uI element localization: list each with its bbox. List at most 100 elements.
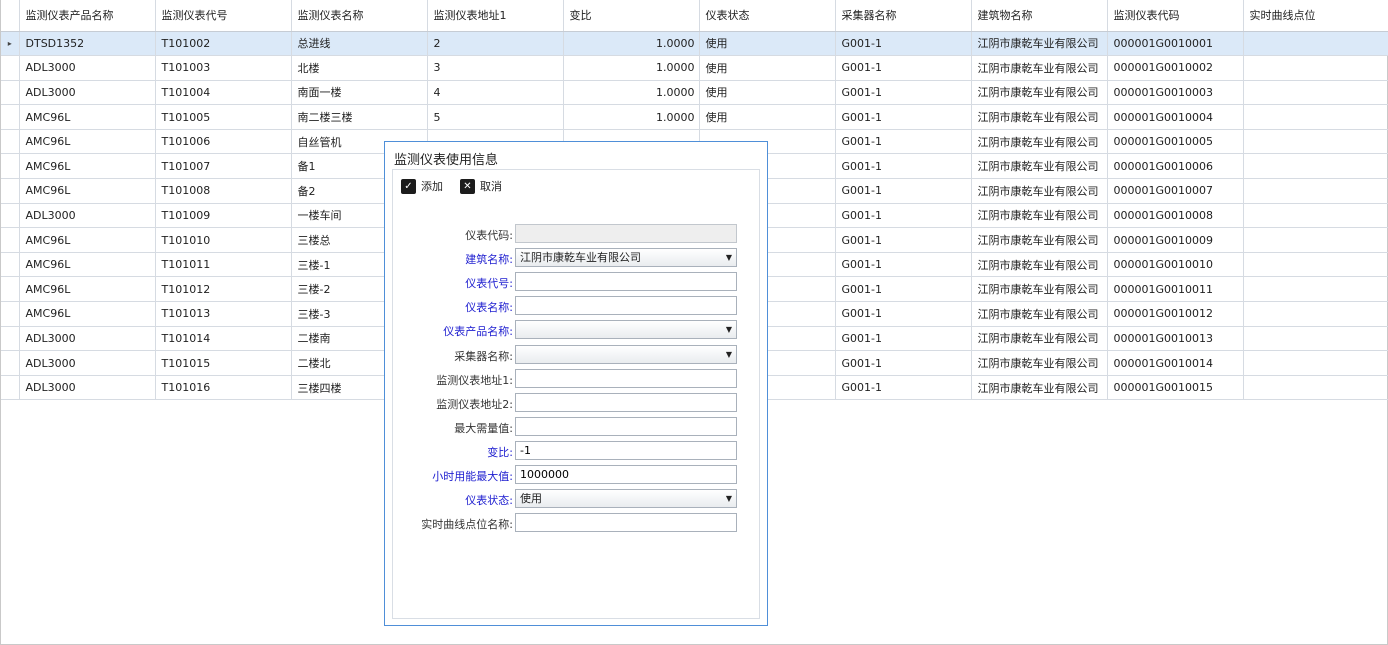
column-header[interactable]: 监测仪表名称 [291, 0, 428, 32]
table-cell[interactable]: ADL3000 [19, 203, 156, 229]
table-cell[interactable]: G001-1 [835, 301, 972, 327]
table-cell[interactable]: T101012 [155, 276, 292, 303]
table-cell[interactable]: G001-1 [835, 276, 972, 303]
table-cell[interactable]: AMC96L [19, 227, 156, 253]
table-cell[interactable]: T101010 [155, 227, 292, 253]
table-cell[interactable]: 000001G0010013 [1107, 326, 1244, 352]
table-cell[interactable]: T101016 [155, 375, 292, 401]
table-cell[interactable]: AMC96L [19, 129, 156, 155]
table-cell[interactable]: 1.0000 [563, 104, 700, 130]
table-cell[interactable]: AMC96L [19, 301, 156, 327]
table-cell[interactable]: 2 [427, 31, 564, 57]
table-cell[interactable]: ADL3000 [19, 80, 156, 106]
field-select[interactable]: ▼ [515, 344, 737, 364]
table-cell[interactable] [1243, 178, 1388, 204]
field-select[interactable]: 使用 ▼ [515, 489, 737, 509]
column-header[interactable]: 监测仪表代码 [1107, 0, 1244, 32]
table-cell[interactable]: 000001G0010008 [1107, 203, 1244, 229]
table-cell[interactable]: 000001G0010014 [1107, 350, 1244, 376]
table-cell[interactable]: 000001G0010004 [1107, 104, 1244, 130]
table-cell[interactable]: 000001G0010010 [1107, 252, 1244, 278]
table-cell[interactable]: T101011 [155, 252, 292, 278]
table-cell[interactable]: 江阴市康乾车业有限公司 [971, 104, 1108, 130]
table-cell[interactable]: G001-1 [835, 153, 972, 180]
table-cell[interactable]: 4 [427, 80, 564, 106]
table-cell[interactable]: T101015 [155, 350, 292, 376]
table-cell[interactable]: ADL3000 [19, 55, 156, 81]
table-cell[interactable]: 000001G0010006 [1107, 153, 1244, 180]
column-header[interactable]: 监测仪表代号 [155, 0, 292, 32]
field-input[interactable] [515, 416, 737, 436]
chevron-down-icon[interactable]: ▼ [726, 346, 732, 363]
table-cell[interactable]: T101006 [155, 129, 292, 155]
table-cell[interactable]: 北楼 [291, 55, 428, 81]
table-cell[interactable]: G001-1 [835, 104, 972, 130]
table-cell[interactable] [1243, 31, 1388, 57]
table-cell[interactable]: 江阴市康乾车业有限公司 [971, 80, 1108, 106]
table-cell[interactable]: 使用 [699, 104, 836, 130]
table-cell[interactable]: AMC96L [19, 153, 156, 180]
field-select[interactable]: 江阴市康乾车业有限公司 ▼ [515, 248, 737, 268]
table-cell[interactable]: 000001G0010002 [1107, 55, 1244, 81]
table-cell[interactable]: G001-1 [835, 80, 972, 106]
table-cell[interactable]: ADL3000 [19, 350, 156, 376]
column-header[interactable]: 仪表状态 [699, 0, 836, 32]
table-row[interactable]: ▸ DTSD1352 T101002 总进线 2 1.0000 使用 G001-1 江阴市康乾车… [1, 31, 1388, 57]
table-cell[interactable] [1243, 80, 1388, 106]
table-cell[interactable]: T101002 [155, 31, 292, 57]
table-cell[interactable]: 1.0000 [563, 31, 700, 57]
table-cell[interactable]: AMC96L [19, 276, 156, 303]
table-cell[interactable]: 江阴市康乾车业有限公司 [971, 129, 1108, 155]
table-cell[interactable]: 江阴市康乾车业有限公司 [971, 350, 1108, 376]
chevron-down-icon[interactable]: ▼ [726, 249, 732, 266]
table-cell[interactable] [1243, 153, 1388, 180]
table-cell[interactable]: DTSD1352 [19, 31, 156, 57]
table-cell[interactable]: 使用 [699, 31, 836, 57]
table-cell[interactable]: 000001G0010011 [1107, 276, 1244, 303]
table-cell[interactable]: 江阴市康乾车业有限公司 [971, 203, 1108, 229]
table-cell[interactable]: ADL3000 [19, 375, 156, 401]
table-cell[interactable]: 000001G0010009 [1107, 227, 1244, 253]
column-header[interactable]: 监测仪表地址1 [427, 0, 564, 32]
table-cell[interactable]: ADL3000 [19, 326, 156, 352]
table-cell[interactable]: 000001G0010003 [1107, 80, 1244, 106]
table-cell[interactable]: 000001G0010005 [1107, 129, 1244, 155]
table-cell[interactable]: T101007 [155, 153, 292, 180]
table-cell[interactable]: G001-1 [835, 31, 972, 57]
add-button[interactable]: ✓ 添加 [401, 178, 443, 194]
table-cell[interactable]: G001-1 [835, 178, 972, 204]
table-cell[interactable]: G001-1 [835, 129, 972, 155]
table-cell[interactable]: 000001G0010012 [1107, 301, 1244, 327]
table-cell[interactable]: 江阴市康乾车业有限公司 [971, 227, 1108, 253]
table-cell[interactable] [1243, 227, 1388, 253]
table-cell[interactable] [1243, 375, 1388, 401]
table-cell[interactable] [1243, 252, 1388, 278]
table-cell[interactable]: 使用 [699, 55, 836, 81]
table-cell[interactable]: T101008 [155, 178, 292, 204]
table-cell[interactable]: 南二楼三楼 [291, 104, 428, 130]
field-input[interactable] [515, 465, 737, 484]
table-cell[interactable]: 000001G0010007 [1107, 178, 1244, 204]
table-cell[interactable]: 000001G0010015 [1107, 375, 1244, 401]
table-cell[interactable]: 使用 [699, 80, 836, 106]
table-cell[interactable]: 南面一楼 [291, 80, 428, 106]
field-input[interactable] [515, 513, 737, 533]
field-input[interactable] [515, 296, 737, 316]
field-input[interactable] [515, 440, 737, 460]
table-cell[interactable]: 1.0000 [563, 80, 700, 106]
table-cell[interactable]: 江阴市康乾车业有限公司 [971, 301, 1108, 327]
table-cell[interactable] [1243, 129, 1388, 155]
field-input[interactable] [515, 368, 737, 388]
table-cell[interactable]: 江阴市康乾车业有限公司 [971, 326, 1108, 352]
table-cell[interactable]: 江阴市康乾车业有限公司 [971, 55, 1108, 81]
table-cell[interactable]: G001-1 [835, 252, 972, 278]
chevron-down-icon[interactable]: ▼ [726, 490, 732, 507]
table-cell[interactable] [1243, 276, 1388, 303]
table-cell[interactable]: G001-1 [835, 55, 972, 81]
table-row[interactable]: ADL3000 T101004 南面一楼 4 1.0000 使用 G001-1 江阴市康乾车业… [1, 80, 1388, 106]
table-cell[interactable]: 江阴市康乾车业有限公司 [971, 31, 1108, 57]
table-cell[interactable] [1243, 104, 1388, 130]
field-input[interactable] [515, 392, 737, 412]
table-cell[interactable] [1243, 326, 1388, 352]
column-header[interactable]: 建筑物名称 [971, 0, 1108, 32]
